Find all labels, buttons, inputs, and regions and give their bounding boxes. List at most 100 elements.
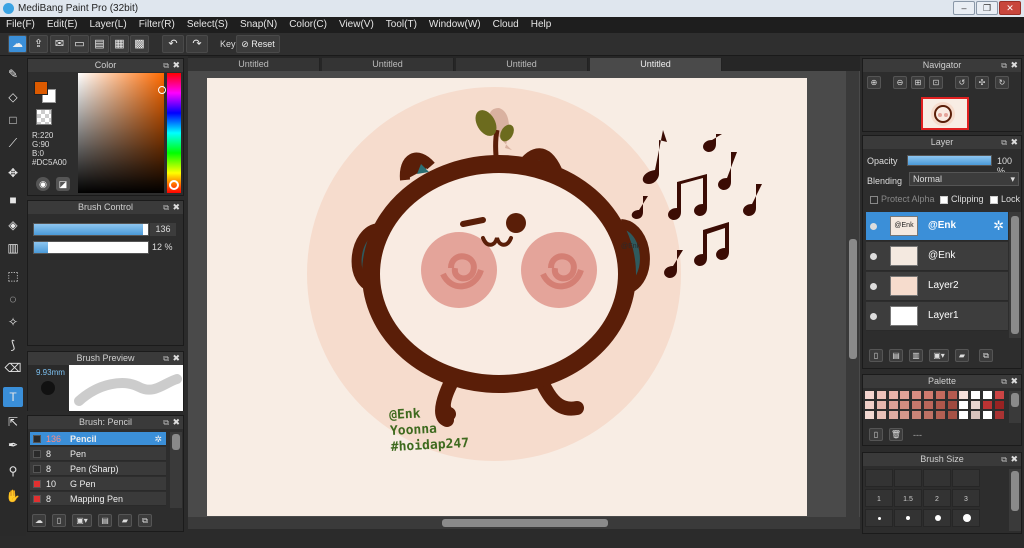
actual-size-icon[interactable]: ⊡	[929, 76, 943, 89]
palette-swatch[interactable]	[959, 391, 969, 399]
text-tool-icon[interactable]: T	[3, 387, 23, 407]
pin-icon[interactable]: ⧉	[163, 416, 169, 429]
palette-swatch[interactable]	[876, 411, 886, 419]
palette-swatch[interactable]	[888, 401, 898, 409]
palette-swatch[interactable]	[994, 411, 1004, 419]
brush-settings-icon[interactable]: ▤	[98, 514, 112, 527]
hand-tool-icon[interactable]: ✋	[3, 486, 23, 506]
palette-swatch[interactable]	[959, 411, 969, 419]
palette-scrollbar[interactable]	[1009, 391, 1021, 423]
close-icon[interactable]: ✖	[172, 201, 180, 214]
palette-swatch[interactable]	[971, 391, 981, 399]
vertical-scrollbar-thumb[interactable]	[849, 239, 857, 359]
protect-alpha-checkbox[interactable]	[870, 196, 878, 204]
transparent-swatch[interactable]	[36, 109, 52, 125]
cloud-icon[interactable]: ☁	[8, 35, 27, 53]
brush-cloud-icon[interactable]: ☁	[32, 514, 46, 527]
pin-icon[interactable]: ⧉	[163, 201, 169, 214]
operation-tool-icon[interactable]: ⇱	[3, 412, 23, 432]
menu-layer[interactable]: Layer(L)	[83, 17, 132, 33]
menu-window[interactable]: Window(W)	[423, 17, 487, 33]
palette-swatch[interactable]	[947, 411, 957, 419]
reset-view-icon[interactable]: ✣	[975, 76, 989, 89]
saturation-value-picker[interactable]	[78, 73, 164, 193]
drawing-canvas[interactable]: @Enk @Enk Yoonna #hoidap247	[207, 78, 807, 516]
minimize-button[interactable]: –	[953, 1, 975, 15]
redo-button[interactable]: ↷	[186, 35, 208, 53]
layer-item-enk-text[interactable]: @Enk @Enk ✲	[866, 212, 1008, 241]
palette-swatch[interactable]	[865, 401, 874, 409]
select-eraser-tool-icon[interactable]: ⌫	[3, 358, 23, 378]
palette-swatch[interactable]	[912, 411, 922, 419]
menu-help[interactable]: Help	[525, 17, 558, 33]
pin-icon[interactable]: ⧉	[163, 352, 169, 365]
close-icon[interactable]: ✖	[172, 59, 180, 72]
pin-icon[interactable]: ⧉	[1001, 453, 1007, 466]
gear-icon[interactable]: ✲	[993, 218, 1004, 234]
eye-icon[interactable]	[870, 313, 877, 320]
eyedropper-tool-icon[interactable]: ✒	[3, 435, 23, 455]
palette-swatch[interactable]	[947, 391, 957, 399]
new-layer-8bit-icon[interactable]: ▤	[889, 349, 903, 362]
bucket-tool-icon[interactable]: ◈	[3, 215, 23, 235]
brush-list-scrollbar[interactable]	[170, 432, 182, 508]
menu-cloud[interactable]: Cloud	[487, 17, 525, 33]
menu-edit[interactable]: Edit(E)	[41, 17, 84, 33]
fill-rect-tool-icon[interactable]: ■	[3, 190, 23, 210]
brush-size-dot-1[interactable]	[865, 509, 893, 527]
eye-icon[interactable]	[870, 223, 877, 230]
palette-swatch[interactable]	[876, 391, 886, 399]
brush-size-scrollbar[interactable]	[1009, 469, 1021, 531]
brush-item-g-pen[interactable]: 10 G Pen	[30, 477, 166, 491]
eraser-tool-icon[interactable]: ◇	[3, 87, 23, 107]
blending-select[interactable]: Normal ▾	[909, 172, 1019, 186]
color-set-icon[interactable]: ◪	[56, 177, 70, 191]
rectangle-tool-icon[interactable]: □	[3, 110, 23, 130]
layer-item-layer2[interactable]: Layer2	[866, 272, 1008, 301]
navigator-preview[interactable]	[921, 97, 969, 130]
gradient-tool-icon[interactable]: ▥	[3, 238, 23, 258]
palette-swatch[interactable]	[876, 401, 886, 409]
fit-icon[interactable]: ⊞	[911, 76, 925, 89]
hue-slider-handle[interactable]	[169, 180, 179, 190]
comment-icon[interactable]: ✉	[50, 35, 69, 53]
rotate-right-icon[interactable]: ↻	[995, 76, 1009, 89]
select-pen-tool-icon[interactable]: ⟆	[3, 335, 23, 355]
layer-item-enk[interactable]: @Enk	[866, 242, 1008, 271]
palette-swatch[interactable]	[983, 401, 992, 409]
zoom-in-icon[interactable]: ⊕	[867, 76, 881, 89]
menu-view[interactable]: View(V)	[333, 17, 380, 33]
scrollbar-thumb[interactable]	[1011, 393, 1019, 407]
palette-swatch[interactable]	[900, 401, 910, 409]
dropper-tool-icon[interactable]: ⚲	[3, 461, 23, 481]
color-picker-handle[interactable]	[158, 86, 166, 94]
message-icon[interactable]: ▭	[70, 35, 89, 53]
close-icon[interactable]: ✖	[1010, 136, 1018, 149]
pin-icon[interactable]: ⧉	[1001, 59, 1007, 72]
palette-swatch[interactable]	[994, 391, 1004, 399]
lasso-tool-icon[interactable]: ◌	[3, 289, 23, 309]
menu-select[interactable]: Select(S)	[181, 17, 234, 33]
magic-wand-tool-icon[interactable]: ✧	[3, 312, 23, 332]
add-layer-menu-icon[interactable]: ▣▾	[929, 349, 949, 362]
close-button[interactable]: ✕	[999, 1, 1021, 15]
duplicate-layer-icon[interactable]: ⧉	[979, 349, 993, 362]
brush-size-preset-blank[interactable]	[894, 469, 922, 487]
color-wheel-icon[interactable]: ◉	[36, 177, 50, 191]
zoom-out-icon[interactable]: ⊖	[893, 76, 907, 89]
brush-tool-icon[interactable]: ✎	[3, 64, 23, 84]
palette-swatch[interactable]	[865, 411, 874, 419]
palette-swatch[interactable]	[935, 411, 945, 419]
upload-icon[interactable]: ⇪	[29, 35, 48, 53]
brush-size-dot-4[interactable]	[952, 509, 980, 527]
move-tool-icon[interactable]: ✥	[3, 163, 23, 183]
close-icon[interactable]: ✖	[1010, 453, 1018, 466]
layer-item-layer1[interactable]: Layer1	[866, 302, 1008, 331]
brush-size-preset-3[interactable]: 3	[952, 489, 980, 507]
foreground-color-swatch[interactable]	[34, 81, 48, 95]
menu-color[interactable]: Color(C)	[283, 17, 333, 33]
brush-size-preset-1[interactable]: 1	[865, 489, 893, 507]
palette-swatch[interactable]	[971, 401, 981, 409]
select-rect-tool-icon[interactable]: ⬚	[3, 266, 23, 286]
brush-size-preset-blank[interactable]	[923, 469, 951, 487]
